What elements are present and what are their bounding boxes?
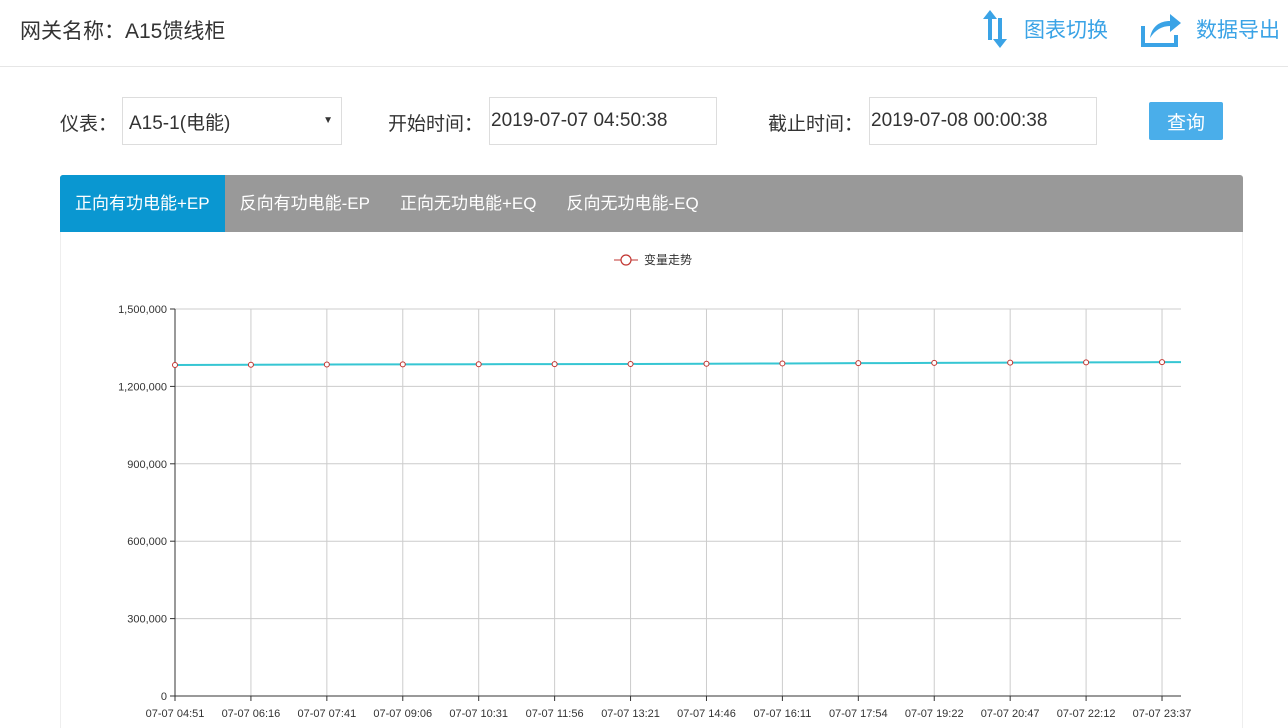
x-tick-label: 07-07 13:21 xyxy=(601,708,660,720)
y-tick-label: 300,000 xyxy=(127,614,167,626)
trend-line-chart: 变量走势 0 300,000 600,000 900,000 1,200,000 1,500… xyxy=(118,252,1192,720)
y-tick-label: 0 xyxy=(161,691,167,703)
x-tick-label: 07-07 23:37 xyxy=(1133,708,1192,720)
tab-reverse-reactive-eq[interactable]: 反向无功电能-EQ xyxy=(551,175,713,232)
end-time-label: 截止时间： xyxy=(768,114,864,135)
x-tick-label: 07-07 07:41 xyxy=(297,708,356,720)
chart-panel: 变量走势 0 300,000 600,000 900,000 1,200,000 1,500… xyxy=(60,232,1243,728)
data-point xyxy=(172,361,178,368)
x-tick-label: 07-07 19:22 xyxy=(905,708,964,720)
share-export-icon xyxy=(1141,14,1181,47)
data-point xyxy=(475,361,482,368)
data-point xyxy=(551,361,558,368)
chart-switch-label: 图表切换 xyxy=(1024,19,1108,42)
chart-legend: 变量走势 xyxy=(614,252,692,267)
tab-reverse-active-ep[interactable]: 反向有功电能-EP xyxy=(225,175,385,232)
x-tick-label: 07-07 14:46 xyxy=(677,708,736,720)
start-time-label: 开始时间： xyxy=(388,114,484,135)
x-tick-label: 07-07 04:51 xyxy=(146,708,205,720)
tab-forward-active-ep[interactable]: 正向有功电能+EP xyxy=(60,175,225,232)
x-tick-label: 07-07 10:31 xyxy=(449,708,508,720)
data-point xyxy=(1159,359,1166,366)
x-tick-label: 07-07 20:47 xyxy=(981,708,1040,720)
dropdown-arrow-icon: ▼ xyxy=(323,115,333,126)
y-tick-label: 1,200,000 xyxy=(118,381,167,393)
legend-label: 变量走势 xyxy=(644,252,692,267)
x-tick-label: 07-07 17:54 xyxy=(829,708,888,720)
end-time-input[interactable] xyxy=(869,97,1097,145)
data-point xyxy=(323,361,330,368)
x-tick-label: 07-07 11:56 xyxy=(526,708,584,720)
gateway-name: A15馈线柜 xyxy=(125,20,226,43)
y-tick-label: 900,000 xyxy=(127,459,167,471)
data-point xyxy=(399,361,406,368)
top-bar: 网关名称：A15馈线柜 图表切换 数据导出 xyxy=(0,0,1288,67)
query-button[interactable]: 查询 xyxy=(1149,102,1223,140)
data-point xyxy=(779,360,786,367)
data-export-button[interactable]: 数据导出 xyxy=(1140,9,1280,49)
start-time-input[interactable] xyxy=(489,97,717,145)
swap-vertical-icon xyxy=(983,10,1007,48)
y-tick-label: 1,500,000 xyxy=(118,304,167,316)
data-export-label: 数据导出 xyxy=(1196,19,1280,42)
legend-marker xyxy=(620,254,632,266)
meter-select-value: A15-1(电能) xyxy=(129,112,231,134)
energy-tabs: 正向有功电能+EP 反向有功电能-EP 正向无功电能+EQ 反向无功电能-EQ xyxy=(60,175,1243,232)
data-point xyxy=(703,360,710,367)
x-tick-label: 07-07 22:12 xyxy=(1057,708,1116,720)
data-point xyxy=(1083,359,1090,366)
x-tick-label: 07-07 09:06 xyxy=(373,708,432,720)
x-tick-label: 07-07 16:11 xyxy=(753,708,811,720)
x-tick-label: 07-07 06:16 xyxy=(222,708,281,720)
data-point xyxy=(1007,359,1014,366)
chart-switch-button[interactable]: 图表切换 xyxy=(980,9,1108,49)
data-point xyxy=(855,360,862,367)
data-point xyxy=(247,361,254,368)
gateway-label: 网关名称： xyxy=(20,20,125,43)
y-tick-label: 600,000 xyxy=(127,536,167,548)
data-point xyxy=(931,359,938,366)
gateway-title: 网关名称：A15馈线柜 xyxy=(20,15,225,45)
tab-forward-reactive-eq[interactable]: 正向无功电能+EQ xyxy=(385,175,552,232)
filter-bar: 仪表： A15-1(电能) ▼ 开始时间： 截止时间： 查询 xyxy=(0,97,1288,145)
meter-select[interactable]: A15-1(电能) ▼ xyxy=(122,97,342,145)
meter-label: 仪表： xyxy=(60,114,118,135)
data-point xyxy=(627,360,634,367)
